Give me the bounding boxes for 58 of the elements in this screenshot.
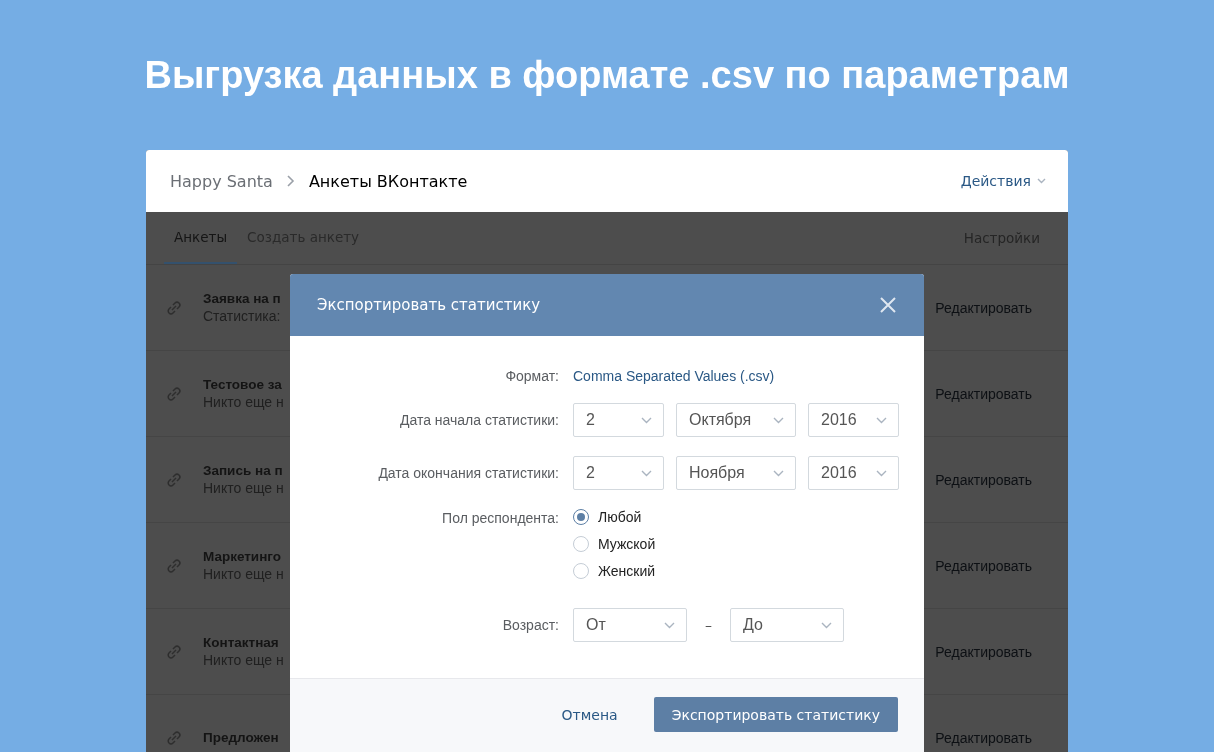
range-dash: – — [704, 617, 713, 633]
radio-label[interactable]: Любой — [598, 509, 642, 525]
chevron-right-icon — [286, 175, 295, 187]
link-icon — [166, 557, 182, 574]
format-value: Comma Separated Values (.csv) — [573, 368, 775, 384]
actions-dropdown[interactable]: Действия — [960, 173, 1046, 189]
export-button[interactable]: Экспортировать статистику — [653, 697, 898, 732]
month-select[interactable]: Ноября — [676, 456, 796, 490]
age-to-select[interactable]: До — [730, 608, 844, 642]
edit-link[interactable]: Редактировать — [935, 385, 1032, 402]
chevron-down-icon — [773, 469, 784, 477]
age-from-select[interactable]: От — [573, 608, 687, 642]
date-label: Дата начала статистики: — [398, 412, 559, 428]
page-heading: Выгрузка данных в формате .csv по параметрам — [144, 53, 1070, 98]
chevron-down-icon — [876, 416, 887, 424]
link-icon — [166, 729, 182, 746]
survey-title[interactable]: Контактная — [203, 635, 279, 650]
gender-label: Пол респондента: — [441, 510, 559, 526]
radio-label[interactable]: Мужской — [598, 536, 656, 552]
day-select[interactable]: 2 — [573, 403, 664, 437]
chevron-down-icon — [773, 416, 784, 424]
chevron-down-icon — [876, 469, 887, 477]
date-label: Дата окончания статистики: — [377, 465, 559, 481]
edit-link[interactable]: Редактировать — [935, 643, 1032, 660]
survey-title[interactable]: Запись на п — [203, 463, 283, 478]
link-icon — [166, 643, 182, 660]
chevron-down-icon — [664, 621, 675, 629]
breadcrumb-current: Анкеты ВКонтакте — [308, 171, 468, 191]
year-select[interactable]: 2016 — [808, 456, 899, 490]
edit-link[interactable]: Редактировать — [935, 471, 1032, 488]
close-button[interactable] — [880, 297, 896, 313]
chevron-down-icon — [641, 416, 652, 424]
survey-title[interactable]: Тестовое за — [203, 377, 282, 392]
radio-button[interactable] — [573, 536, 589, 552]
dialog-title: Экспортировать статистику — [317, 296, 541, 314]
chevron-down-icon — [1037, 178, 1046, 184]
link-icon — [166, 471, 182, 488]
chevron-down-icon — [821, 621, 832, 629]
survey-title[interactable]: Заявка на п — [203, 291, 281, 306]
link-icon — [166, 385, 182, 402]
age-label: Возраст: — [501, 617, 559, 633]
year-select[interactable]: 2016 — [808, 403, 899, 437]
day-select[interactable]: 2 — [573, 456, 664, 490]
edit-link[interactable]: Редактировать — [935, 557, 1032, 574]
format-label: Формат: — [504, 368, 559, 384]
breadcrumb-link[interactable]: Happy Santa — [170, 171, 273, 191]
edit-link[interactable]: Редактировать — [935, 299, 1032, 316]
chevron-down-icon — [641, 469, 652, 477]
cancel-button[interactable]: Отмена — [555, 697, 624, 732]
radio-button[interactable] — [573, 509, 589, 525]
radio-button[interactable] — [573, 563, 589, 579]
survey-title[interactable]: Предложен — [203, 730, 279, 745]
edit-link[interactable]: Редактировать — [935, 729, 1032, 746]
link-icon — [166, 299, 182, 316]
radio-label[interactable]: Женский — [598, 563, 656, 579]
tab[interactable]: Анкеты — [164, 212, 238, 264]
month-select[interactable]: Октября — [676, 403, 796, 437]
survey-title[interactable]: Маркетинго — [203, 549, 281, 564]
